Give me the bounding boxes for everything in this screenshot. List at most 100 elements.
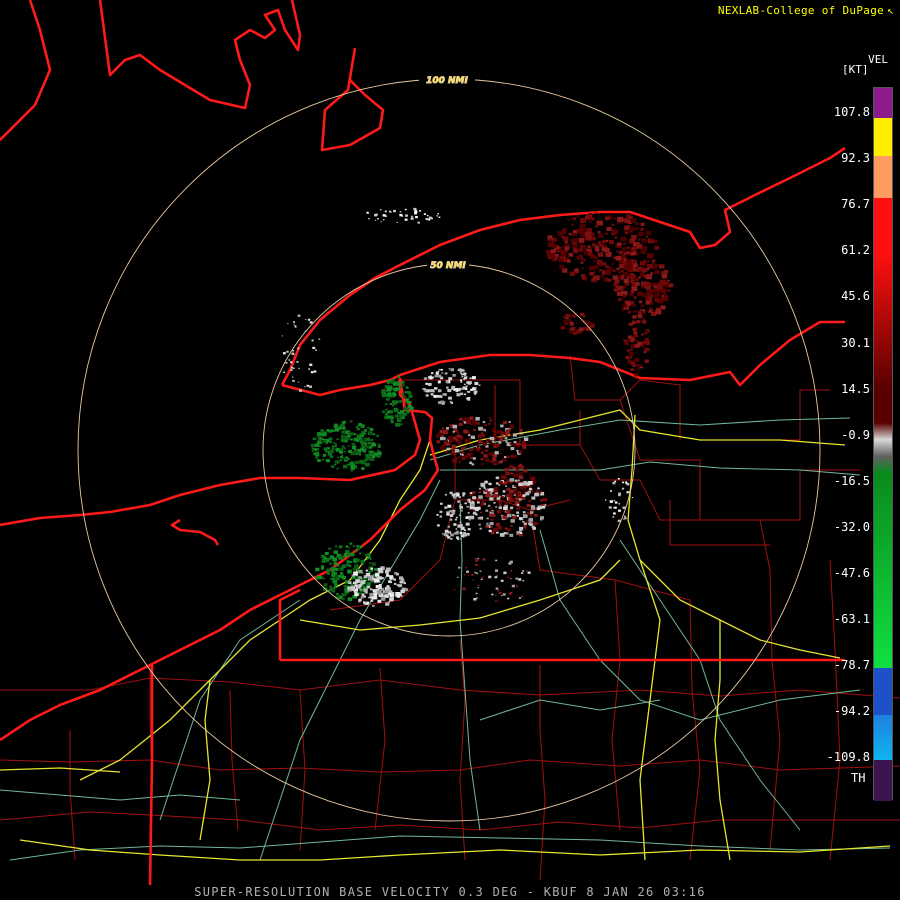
echo-pixel (529, 486, 532, 488)
echo-pixel (353, 581, 357, 585)
echo-pixel (352, 568, 357, 571)
echo-pixel (508, 421, 511, 423)
echo-pixel (481, 576, 484, 579)
echo-pixel (516, 449, 519, 452)
echo-pixel (627, 258, 631, 262)
echo-pixel (510, 454, 514, 458)
echo-pixel (622, 303, 627, 308)
echo-pixel (375, 219, 377, 221)
echo-pixel (353, 437, 358, 442)
echo-pixel (558, 257, 564, 263)
echo-pixel (510, 464, 513, 467)
scale-color-band (874, 388, 892, 423)
echo-pixel (628, 351, 631, 354)
echo-pixel (518, 578, 522, 581)
echo-pixel (571, 217, 576, 221)
echo-pixel (397, 375, 401, 378)
echo-pixel (652, 265, 657, 270)
echo-pixel (503, 571, 507, 575)
echo-pixel (448, 377, 453, 381)
echo-pixel (512, 515, 516, 519)
echo-pixel (459, 521, 462, 524)
echo-pixel (392, 400, 397, 404)
echo-pixel (522, 521, 525, 523)
echo-pixel (473, 423, 477, 426)
echo-pixel (321, 458, 324, 461)
echo-pixel (650, 238, 655, 242)
echo-pixel (353, 590, 356, 593)
echo-pixel (616, 291, 623, 296)
echo-pixel (471, 573, 474, 576)
echo-pixel (401, 381, 405, 384)
echo-pixel (634, 358, 640, 362)
echo-pixel (634, 372, 639, 377)
echo-pixel (494, 594, 497, 596)
echo-pixel (632, 320, 635, 323)
echo-pixel (620, 251, 623, 254)
echo-pixel (467, 498, 471, 502)
echo-pixel (391, 396, 393, 399)
echo-pixel (361, 467, 365, 470)
echo-pixel (522, 447, 525, 450)
echo-pixel (509, 509, 512, 511)
echo-pixel (507, 513, 512, 518)
echo-pixel (661, 289, 667, 294)
echo-pixel (661, 274, 668, 279)
echo-pixel (348, 565, 352, 567)
echo-pixel (446, 442, 451, 446)
echo-pixel (635, 243, 643, 249)
echo-pixel (511, 584, 515, 588)
echo-pixel (389, 381, 392, 384)
echo-pixel (366, 558, 368, 560)
echo-pixel (605, 232, 609, 235)
echo-pixel (477, 584, 480, 586)
echo-pixel (396, 221, 398, 223)
echo-pixel (471, 453, 474, 455)
echo-pixel (333, 424, 338, 428)
echo-pixel (315, 456, 318, 459)
echo-pixel (361, 563, 364, 566)
echo-pixel (343, 457, 346, 460)
echo-pixel (475, 513, 478, 516)
echo-pixel (394, 422, 399, 426)
echo-pixel (596, 259, 603, 265)
echo-pixel (594, 265, 599, 269)
echo-pixel (393, 578, 396, 581)
echo-pixel (472, 496, 476, 500)
echo-pixel (595, 225, 598, 228)
echo-pixel (330, 465, 333, 467)
echo-pixel (457, 576, 459, 578)
echo-pixel (447, 536, 451, 539)
echo-pixel (288, 359, 291, 361)
echo-pixel (660, 279, 666, 285)
echo-pixel (513, 494, 516, 496)
echo-pixel (597, 252, 604, 257)
echo-pixel (493, 502, 496, 504)
echo-pixel (387, 392, 392, 397)
echo-pixel (627, 311, 631, 314)
scale-tick-label: 92.3 (841, 151, 870, 166)
echo-pixel (485, 458, 490, 463)
echo-pixel (315, 575, 321, 580)
echo-pixel (457, 500, 460, 503)
echo-pixel (384, 594, 389, 598)
echo-pixel (618, 509, 621, 512)
echo-pixel (448, 531, 451, 534)
echo-pixel (422, 388, 425, 390)
scale-color-band (874, 715, 892, 760)
echo-pixel (478, 384, 481, 386)
echo-pixel (565, 314, 568, 316)
echo-pixel (643, 259, 647, 263)
echo-pixel (322, 455, 325, 457)
echo-pixel (634, 339, 637, 342)
echo-pixel (472, 421, 475, 424)
echo-pixel (578, 327, 584, 332)
echo-pixel (423, 377, 428, 380)
echo-pixel (332, 577, 336, 580)
echo-pixel (630, 344, 635, 348)
echo-pixel (348, 547, 351, 549)
scale-color-band (874, 423, 892, 473)
echo-pixel (405, 214, 408, 217)
echo-pixel (355, 452, 359, 455)
echo-pixel (637, 368, 641, 371)
